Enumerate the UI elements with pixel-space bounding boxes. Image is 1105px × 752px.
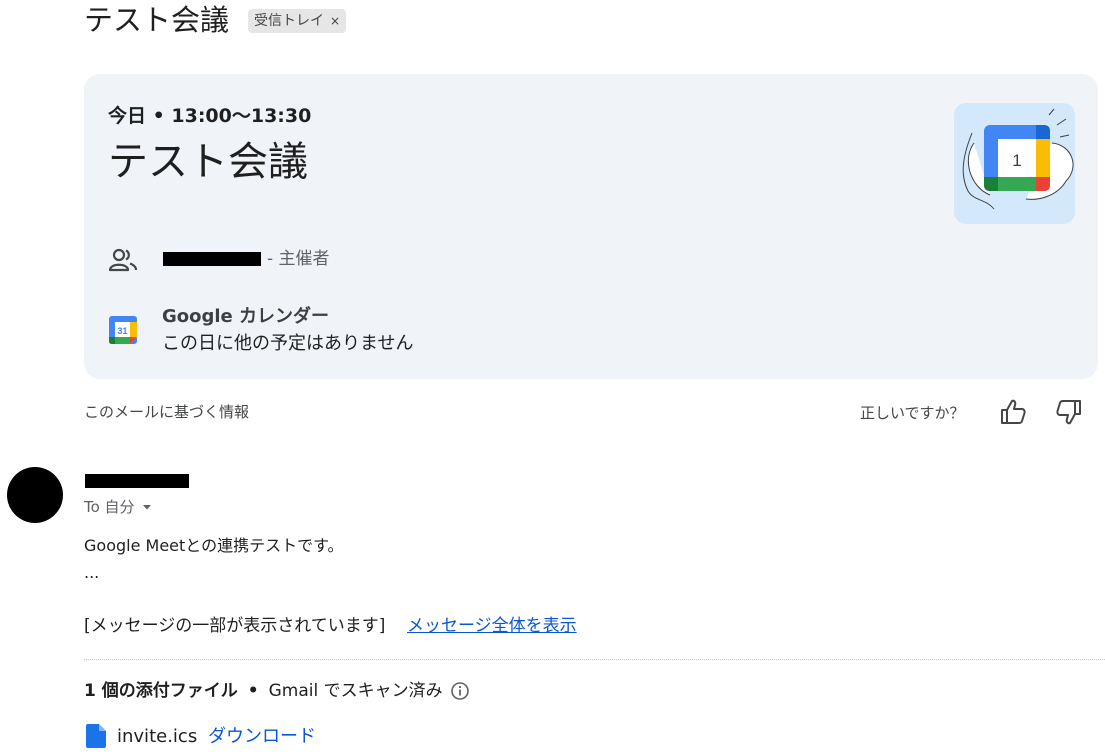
illustration-day-number: 1 xyxy=(1012,151,1021,170)
inbox-label-chip[interactable]: 受信トレイ × xyxy=(248,9,347,33)
scan-status: Gmail でスキャン済み xyxy=(268,681,443,701)
info-icon[interactable] xyxy=(450,681,470,701)
recipient-text: To 自分 xyxy=(84,498,135,516)
info-source-label: このメールに基づく情報 xyxy=(84,403,250,421)
attachments-divider xyxy=(84,659,1105,660)
people-icon xyxy=(108,247,138,273)
attachment-file-name[interactable]: invite.ics xyxy=(117,725,197,749)
feedback-question: 正しいですか？ xyxy=(860,404,965,422)
organizer-role: - 主催者 xyxy=(267,249,330,269)
thumbs-up-icon[interactable] xyxy=(999,398,1027,426)
file-icon xyxy=(86,724,106,748)
email-subject: テスト会議 xyxy=(84,3,230,37)
redacted-organizer-name xyxy=(163,252,261,266)
google-calendar-icon: 31 xyxy=(109,316,137,344)
thumbs-down-icon[interactable] xyxy=(1055,398,1083,426)
redacted-sender-name xyxy=(85,474,189,488)
message-body: Google Meetとの連携テストです。 xyxy=(84,536,344,555)
event-time: 今日 • 13:00〜13:30 xyxy=(108,105,312,127)
separator-dot: • xyxy=(247,681,259,701)
attachments-header: 1 個の添付ファイル • Gmail でスキャン済み xyxy=(84,679,470,703)
clipped-message-note: [メッセージの一部が表示されています] xyxy=(84,616,386,636)
label-chip-text: 受信トレイ xyxy=(254,13,324,29)
calendar-illustration: 1 xyxy=(954,103,1075,224)
calendar-icon-day: 31 xyxy=(117,326,127,336)
event-title: テスト会議 xyxy=(108,139,308,185)
calendar-availability-status: この日に他の予定はありません xyxy=(162,333,414,354)
attachment-count: 1 個の添付ファイル xyxy=(84,681,238,701)
message-ellipsis: ... xyxy=(84,563,100,582)
remove-label-button[interactable]: × xyxy=(330,9,340,33)
recipient-line[interactable]: To 自分 xyxy=(84,496,155,518)
chevron-down-icon[interactable] xyxy=(139,499,155,515)
download-link[interactable]: ダウンロード xyxy=(208,725,316,749)
sender-avatar[interactable] xyxy=(7,467,63,523)
calendar-app-name: Google カレンダー xyxy=(162,306,330,327)
view-entire-message-link[interactable]: メッセージ全体を表示 xyxy=(407,614,577,638)
